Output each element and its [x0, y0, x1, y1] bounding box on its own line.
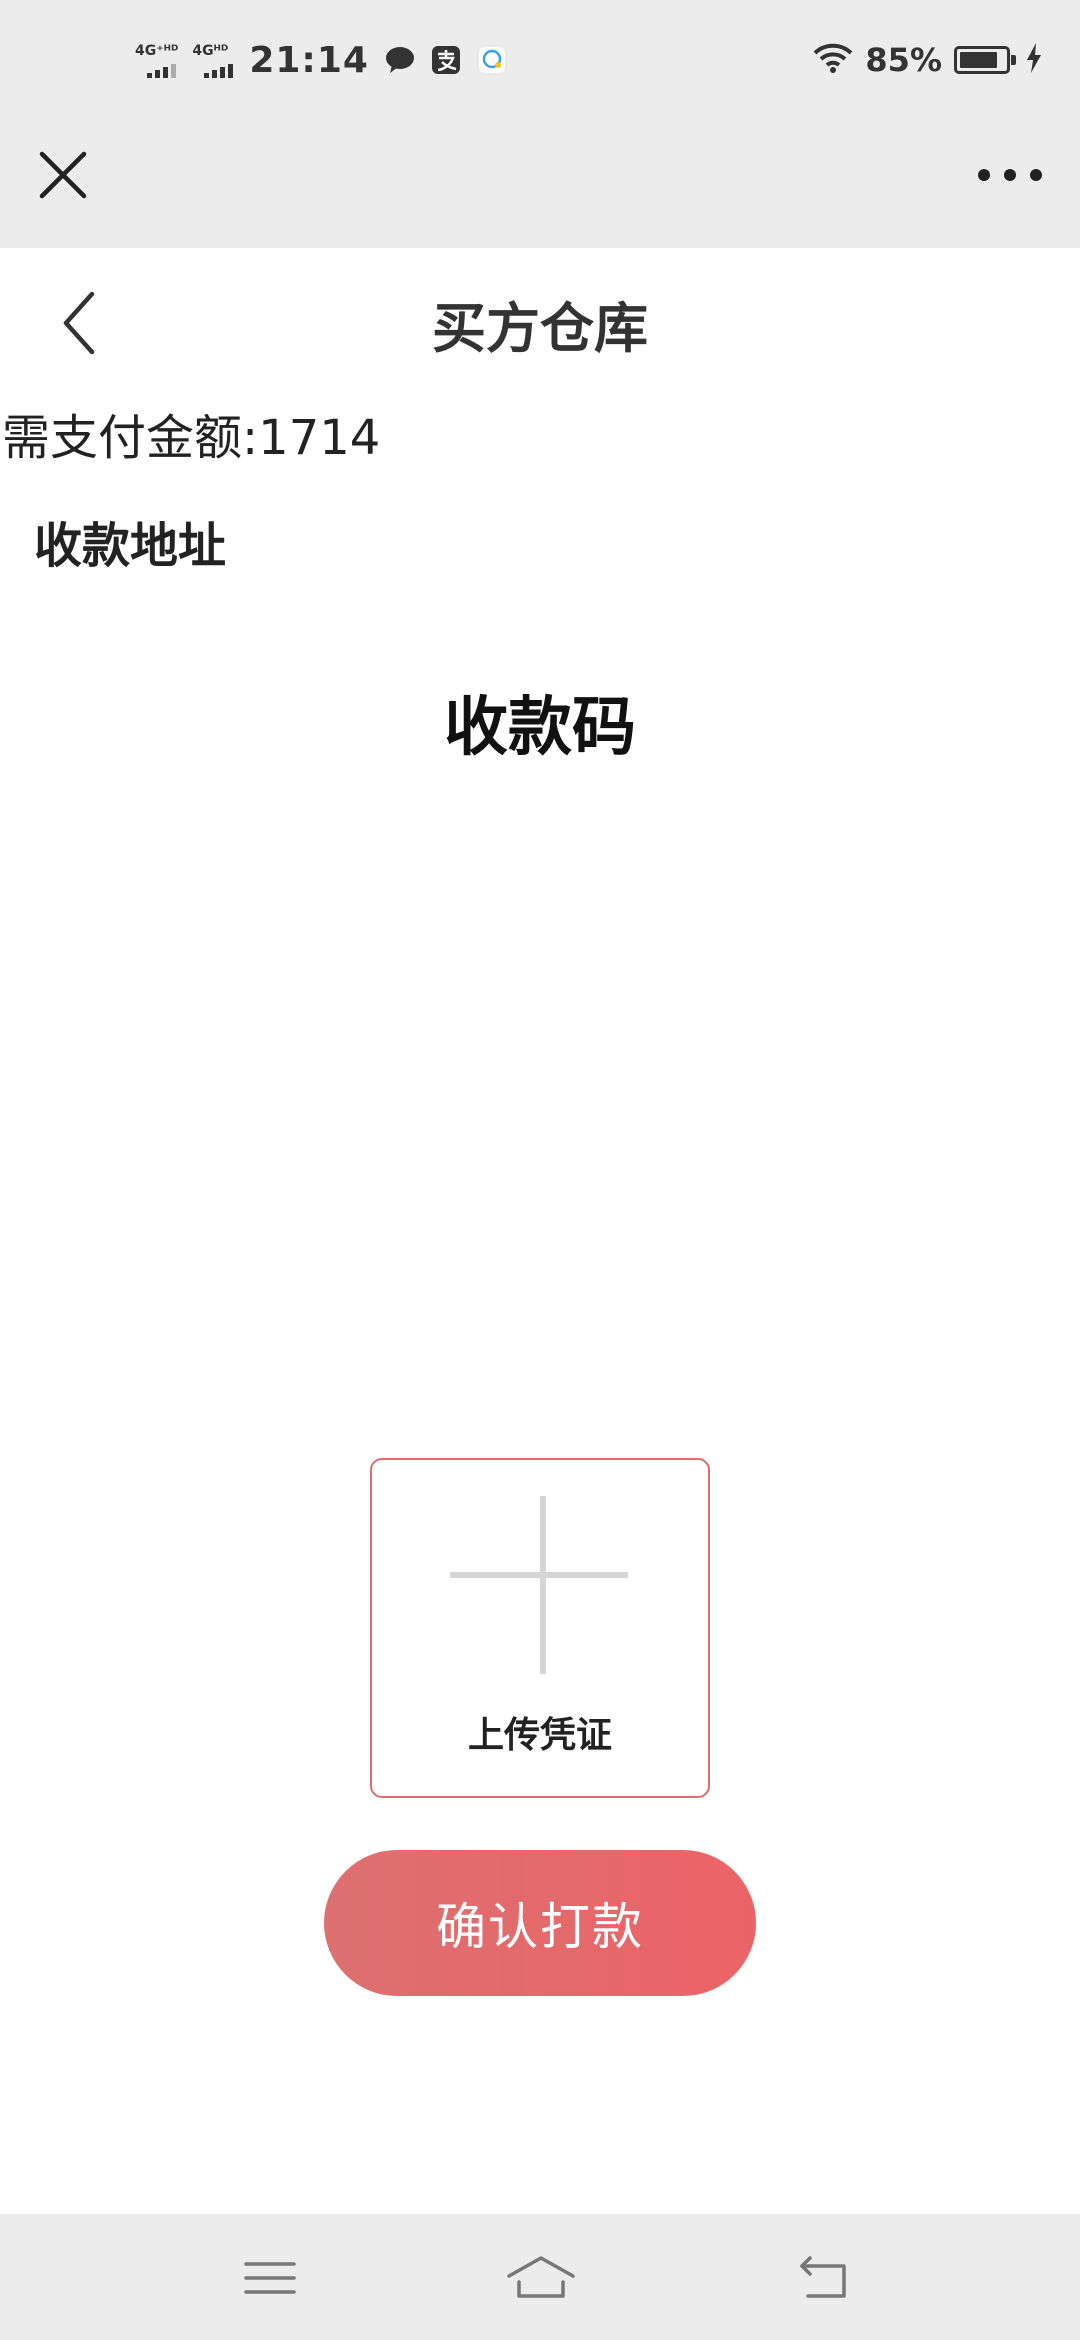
page-title: 买方仓库 — [432, 297, 648, 360]
payment-amount: 需支付金额:1714 — [2, 410, 381, 466]
signal-bars-icon — [204, 62, 234, 78]
signal-indicator-1: 4G⁺ᴴᴰ — [135, 43, 178, 78]
more-dot — [1030, 169, 1042, 181]
signal-indicator-2: 4Gᴴᴰ — [192, 42, 234, 78]
battery-level-fill — [960, 52, 998, 68]
more-dot — [978, 169, 990, 181]
top-bar — [0, 120, 1080, 248]
system-nav-bar — [0, 2214, 1080, 2340]
charging-bolt-icon — [1026, 43, 1042, 77]
upload-proof-label: 上传凭证 — [467, 1715, 612, 1756]
close-icon — [39, 151, 87, 199]
more-dot — [1004, 169, 1016, 181]
network-label-2: 4Gᴴᴰ — [192, 42, 229, 59]
battery-icon — [954, 46, 1016, 74]
wifi-icon — [813, 42, 853, 78]
status-right: 85% — [813, 34, 1042, 86]
payment-qr-title: 收款码 — [444, 691, 636, 765]
alipay-icon — [429, 43, 463, 77]
message-app-icon — [475, 43, 509, 77]
network-label-1: 4G⁺ᴴᴰ — [135, 42, 179, 59]
menu-icon — [244, 2262, 296, 2294]
page-header: 买方仓库 — [0, 248, 1080, 388]
confirm-payment-button[interactable]: 确认打款 — [324, 1850, 756, 1996]
home-icon — [507, 2256, 575, 2298]
plus-icon-horizontal — [450, 1572, 628, 1578]
status-bar: 4G⁺ᴴᴰ 4Gᴴᴰ 21:14 85% — [0, 0, 1080, 120]
battery-percent: 85% — [865, 41, 942, 79]
home-button[interactable] — [505, 2248, 577, 2308]
close-button[interactable] — [38, 150, 88, 200]
upload-proof-button[interactable]: 上传凭证 — [370, 1458, 710, 1798]
plus-icon — [540, 1496, 546, 1674]
more-button[interactable] — [978, 160, 1042, 190]
system-back-button[interactable] — [794, 2248, 854, 2308]
chat-bubble-icon — [383, 43, 417, 77]
clock: 21:14 — [249, 39, 369, 81]
return-icon — [800, 2256, 846, 2298]
signal-bars-icon — [147, 62, 176, 78]
status-left: 4G⁺ᴴᴰ 4Gᴴᴰ 21:14 — [135, 34, 521, 86]
receiving-address-label: 收款地址 — [34, 518, 227, 574]
recent-apps-button[interactable] — [240, 2248, 300, 2308]
